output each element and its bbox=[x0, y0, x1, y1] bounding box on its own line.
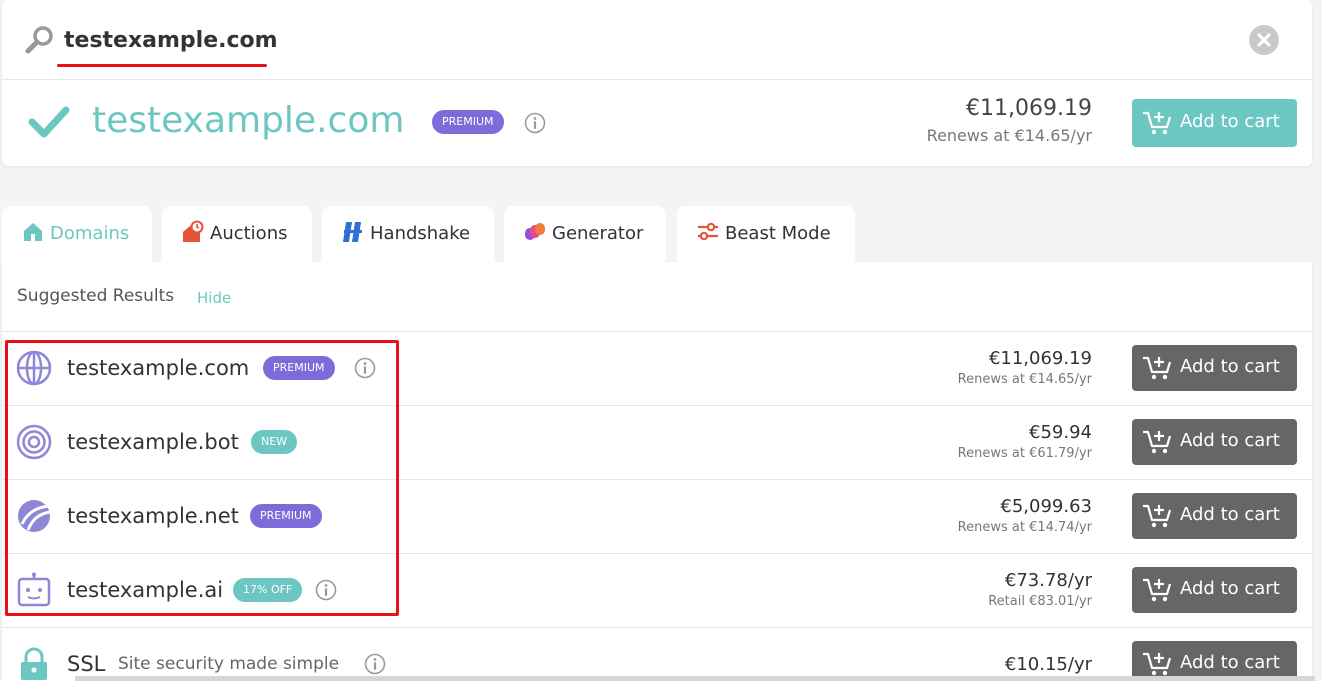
add-to-cart-label: Add to cart bbox=[1180, 356, 1280, 377]
search-input[interactable] bbox=[64, 22, 1164, 58]
search-card: testexample.com PREMIUM €11,069.19 Renew… bbox=[2, 0, 1312, 166]
generator-icon bbox=[525, 223, 545, 240]
result-price: €59.94 bbox=[1029, 422, 1092, 443]
add-to-cart-label: Add to cart bbox=[1180, 652, 1280, 673]
robot-icon bbox=[17, 572, 51, 607]
result-domain-name: testexample.ai bbox=[67, 578, 224, 602]
cart-icon bbox=[1143, 652, 1172, 676]
page: testexample.com PREMIUM €11,069.19 Renew… bbox=[0, 0, 1322, 681]
lock-icon bbox=[21, 647, 47, 680]
results-header: Suggested Results Hide bbox=[2, 262, 1312, 332]
result-price: €11,069.19 bbox=[988, 348, 1092, 369]
search-icon bbox=[25, 26, 53, 54]
add-to-cart-button[interactable]: Add to cart bbox=[1132, 641, 1297, 681]
tab-generator[interactable]: Generator bbox=[504, 206, 666, 262]
ssl-price: €10.15/yr bbox=[1004, 654, 1092, 675]
result-row: testexample.bot NEW €59.94 Renews at €61… bbox=[2, 406, 1312, 480]
cart-icon bbox=[1143, 111, 1172, 135]
info-icon[interactable] bbox=[354, 357, 376, 379]
add-to-cart-button[interactable]: Add to cart bbox=[1132, 567, 1297, 613]
tab-beast-mode[interactable]: Beast Mode bbox=[677, 206, 855, 262]
discount-badge: 17% OFF bbox=[233, 578, 303, 602]
tab-label: Auctions bbox=[210, 223, 288, 244]
cart-icon bbox=[1143, 430, 1172, 454]
tab-handshake[interactable]: Handshake bbox=[322, 206, 494, 262]
result-retail-price: Retail €83.01/yr bbox=[988, 594, 1092, 609]
new-badge: NEW bbox=[251, 430, 298, 454]
result-row: testexample.net PREMIUM €5,099.63 Renews… bbox=[2, 480, 1312, 554]
cart-icon bbox=[1143, 578, 1172, 602]
target-icon bbox=[16, 424, 52, 460]
result-renew-price: Renews at €61.79/yr bbox=[957, 446, 1092, 461]
premium-badge: PREMIUM bbox=[432, 110, 504, 134]
check-icon bbox=[28, 106, 70, 138]
result-domain-name: testexample.net bbox=[67, 504, 239, 528]
result-price: €73.78/yr bbox=[1004, 570, 1092, 591]
tab-label: Domains bbox=[50, 223, 130, 244]
tab-domains[interactable]: Domains bbox=[2, 206, 152, 262]
result-row: testexample.ai 17% OFF €73.78/yr Retail … bbox=[2, 554, 1312, 628]
ssl-name: SSL bbox=[67, 652, 106, 676]
search-row bbox=[2, 0, 1312, 80]
add-to-cart-button[interactable]: Add to cart bbox=[1132, 345, 1297, 391]
tab-auctions[interactable]: Auctions bbox=[162, 206, 312, 262]
results-title: Suggested Results bbox=[17, 286, 175, 306]
result-row: testexample.com PREMIUM €11,069.19 Renew… bbox=[2, 332, 1312, 406]
hero-price: €11,069.19 bbox=[966, 96, 1092, 121]
add-to-cart-label: Add to cart bbox=[1180, 111, 1280, 132]
premium-badge: PREMIUM bbox=[250, 504, 322, 528]
sliders-icon bbox=[698, 222, 718, 241]
hide-results-link[interactable]: Hide bbox=[197, 289, 231, 307]
cart-icon bbox=[1143, 504, 1172, 528]
handshake-icon bbox=[343, 222, 362, 242]
add-to-cart-button[interactable]: Add to cart bbox=[1132, 99, 1297, 147]
hero-result: testexample.com PREMIUM €11,069.19 Renew… bbox=[2, 80, 1312, 166]
add-to-cart-label: Add to cart bbox=[1180, 430, 1280, 451]
add-to-cart-button[interactable]: Add to cart bbox=[1132, 493, 1297, 539]
result-price: €5,099.63 bbox=[1000, 496, 1092, 517]
home-icon bbox=[24, 223, 42, 241]
cart-icon bbox=[1143, 356, 1172, 380]
premium-badge: PREMIUM bbox=[263, 356, 335, 380]
horizontal-scrollbar[interactable] bbox=[75, 676, 1315, 681]
hero-domain-name: testexample.com bbox=[92, 100, 405, 141]
tab-label: Generator bbox=[552, 223, 644, 244]
add-to-cart-button[interactable]: Add to cart bbox=[1132, 419, 1297, 465]
info-icon[interactable] bbox=[315, 579, 337, 601]
hero-renew-price: Renews at €14.65/yr bbox=[926, 126, 1092, 145]
globe-icon bbox=[16, 350, 52, 386]
results-panel: Suggested Results Hide testexample.com P… bbox=[2, 262, 1312, 681]
annotation-underline bbox=[57, 64, 267, 67]
result-renew-price: Renews at €14.65/yr bbox=[957, 372, 1092, 387]
info-icon[interactable] bbox=[524, 112, 546, 134]
result-domain-name: testexample.com bbox=[67, 356, 250, 380]
ssl-row: SSL Site security made simple €10.15/yr … bbox=[2, 628, 1312, 681]
add-to-cart-label: Add to cart bbox=[1180, 504, 1280, 525]
add-to-cart-label: Add to cart bbox=[1180, 578, 1280, 599]
ssl-tagline: Site security made simple bbox=[118, 654, 340, 674]
result-domain-name: testexample.bot bbox=[67, 430, 239, 454]
auction-icon bbox=[183, 220, 204, 242]
net-icon bbox=[18, 500, 51, 532]
tab-label: Handshake bbox=[370, 223, 471, 244]
info-icon[interactable] bbox=[364, 653, 386, 675]
result-renew-price: Renews at €14.74/yr bbox=[957, 520, 1092, 535]
close-icon bbox=[1257, 33, 1271, 47]
clear-search-button[interactable] bbox=[1249, 25, 1279, 55]
tab-label: Beast Mode bbox=[725, 223, 831, 244]
